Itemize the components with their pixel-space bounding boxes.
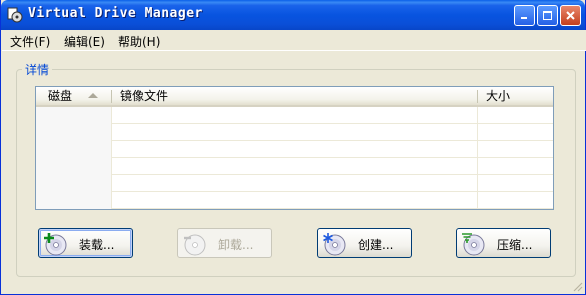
- disc-new-icon: [323, 233, 346, 256]
- menu-file[interactable]: 文件(F): [10, 33, 50, 50]
- menu-bar: 文件(F) 编辑(E) 帮助(H): [2, 30, 586, 50]
- column-image-file-label: 镜像文件: [120, 89, 169, 103]
- list-row[interactable]: [36, 124, 553, 141]
- create-button[interactable]: 创建...: [317, 228, 412, 258]
- column-size[interactable]: 大小: [480, 87, 550, 105]
- list-cell: [36, 192, 111, 209]
- column-size-label: 大小: [486, 89, 511, 103]
- unmount-button-label: 卸载...: [218, 238, 254, 252]
- list-cell: [36, 141, 111, 158]
- list-row[interactable]: [36, 175, 553, 192]
- list-cell: [36, 175, 111, 192]
- disc-add-icon: [44, 233, 67, 256]
- compress-button-label: 压缩...: [497, 238, 533, 252]
- grid-line: [111, 107, 112, 209]
- disc-eject-icon: [184, 234, 206, 256]
- maximize-button[interactable]: [537, 5, 558, 26]
- mount-button[interactable]: 装载...: [38, 228, 133, 258]
- main-window: Virtual Drive Manager 文件(F) 编辑(E) 帮助(H) …: [0, 0, 586, 295]
- app-icon: [7, 7, 23, 23]
- compress-button[interactable]: 压缩...: [456, 228, 551, 258]
- sort-ascending-icon: [88, 93, 98, 98]
- list-header: 磁盘 镜像文件 大小: [36, 87, 553, 107]
- list-row[interactable]: [36, 158, 553, 175]
- list-cell: [36, 107, 111, 124]
- menu-divider: [2, 50, 586, 51]
- mount-button-label: 装载...: [79, 238, 115, 252]
- column-disk[interactable]: 磁盘: [42, 87, 112, 105]
- list-cell: [36, 124, 111, 141]
- minimize-button[interactable]: [514, 5, 535, 26]
- list-body[interactable]: [36, 107, 553, 209]
- list-row[interactable]: [36, 107, 553, 124]
- close-button[interactable]: [560, 5, 581, 26]
- title-bar[interactable]: Virtual Drive Manager: [1, 0, 585, 30]
- create-button-label: 创建...: [358, 238, 394, 252]
- close-icon: [566, 11, 575, 20]
- list-row[interactable]: [36, 141, 553, 158]
- minimize-icon: [521, 17, 527, 19]
- disc-compress-icon: [462, 233, 485, 256]
- unmount-button[interactable]: 卸载...: [177, 228, 272, 258]
- column-disk-label: 磁盘: [48, 89, 73, 103]
- column-image-file[interactable]: 镜像文件: [114, 87, 476, 105]
- resize-grip-icon[interactable]: [571, 280, 583, 292]
- column-divider[interactable]: [111, 90, 112, 103]
- menu-help[interactable]: 帮助(H): [118, 33, 160, 50]
- menu-edit[interactable]: 编辑(E): [64, 33, 105, 50]
- grid-line: [477, 107, 478, 209]
- details-group-title: 详情: [22, 61, 53, 78]
- list-cell: [36, 158, 111, 175]
- drive-list[interactable]: 磁盘 镜像文件 大小: [35, 86, 554, 210]
- maximize-icon: [543, 11, 552, 20]
- list-row[interactable]: [36, 192, 553, 209]
- column-divider[interactable]: [477, 90, 478, 103]
- window-title: Virtual Drive Manager: [28, 6, 203, 21]
